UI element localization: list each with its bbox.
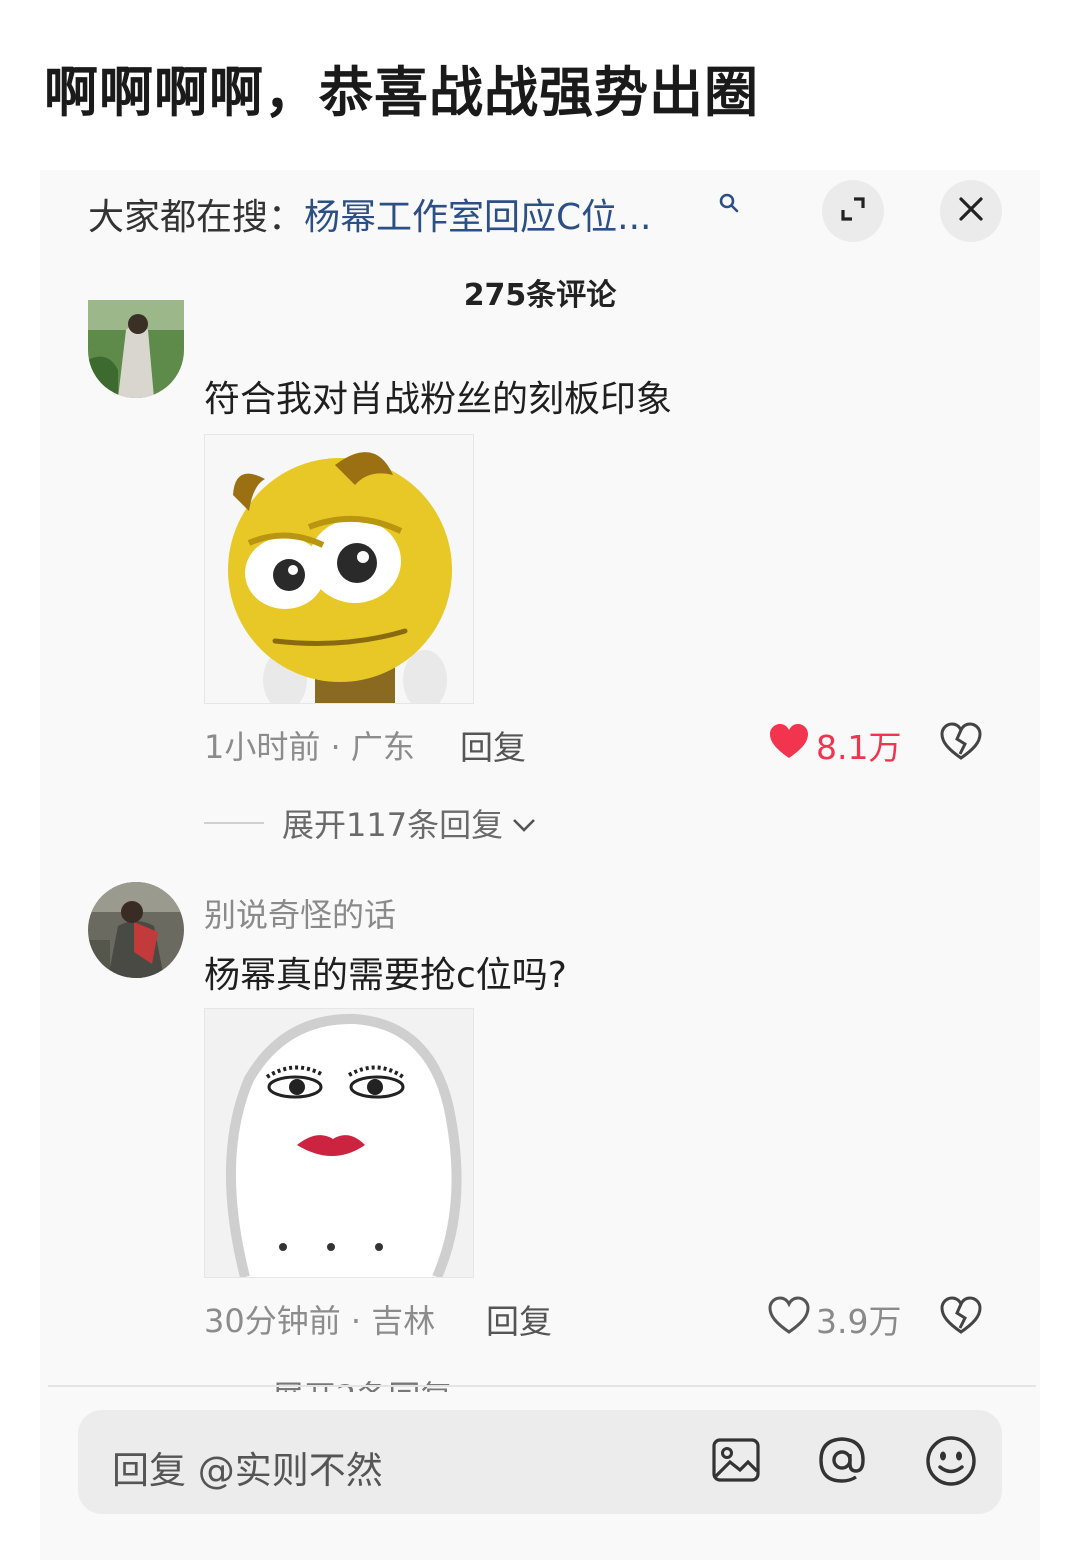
close-button[interactable] [940,180,1002,242]
reply-button[interactable]: 回复 [460,721,526,769]
at-icon[interactable] [816,1434,868,1490]
sticker-image[interactable] [204,434,474,704]
broken-heart-icon [940,1296,982,1338]
comment-text: 符合我对肖战粉丝的刻板印象 [204,379,673,420]
search-icon[interactable] [718,192,740,218]
emoji-icon[interactable] [924,1434,978,1492]
like-count: 8.1万 [816,728,902,767]
reply-input-placeholder: 回复 @实则不然 [112,1449,383,1492]
avatar[interactable] [88,300,184,398]
divider-line [204,822,264,824]
divider [48,1385,1036,1387]
comment-meta: 30分钟前 · 吉林 [204,1302,436,1340]
search-suggestion[interactable]: 大家都在搜：杨幂工作室回应C位... [88,188,651,240]
comment-username[interactable]: 别说奇怪的话 [204,890,396,936]
comment-count: 275条评论 [463,278,617,313]
chevron-down-icon [511,804,537,842]
comment-text: 杨幂真的需要抢c位吗? [204,955,567,996]
sticker-image[interactable] [204,1008,474,1278]
heart-outline-icon [768,1296,810,1342]
avatar[interactable] [88,882,184,978]
search-prefix: 大家都在搜： [88,197,305,238]
dislike-button[interactable] [940,722,982,764]
expand-icon [838,194,868,228]
like-count: 3.9万 [816,1302,902,1341]
close-icon [957,195,985,227]
expand-button[interactable] [822,180,884,242]
dislike-button[interactable] [940,1296,982,1338]
image-icon[interactable] [710,1434,762,1490]
expand-replies-button[interactable]: 展开2条回复 [272,1370,452,1392]
reply-input[interactable]: 回复 @实则不然 [78,1410,1002,1514]
like-button[interactable]: 8.1万 [768,721,901,769]
search-query-link[interactable]: 杨幂工作室回应C位... [304,197,651,238]
expand-replies-button[interactable]: 展开117条回复 [204,800,537,846]
broken-heart-icon [940,722,982,764]
comment-panel: 大家都在搜：杨幂工作室回应C位... 275条评论 符合我对肖战粉丝的刻板印象 [40,170,1040,1560]
expand-replies-label: 展开117条回复 [282,806,504,844]
like-button[interactable]: 3.9万 [768,1295,901,1343]
heart-filled-icon [768,722,810,768]
reply-button[interactable]: 回复 [486,1295,552,1343]
comment-meta: 1小时前 · 广东 [204,728,415,766]
post-title: 啊啊啊啊，恭喜战战强势出圈 [44,61,759,124]
